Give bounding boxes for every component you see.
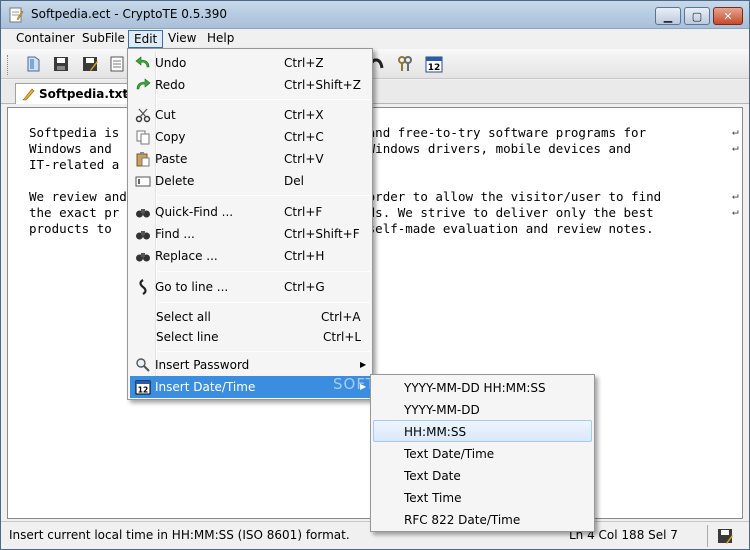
menu-separator — [158, 351, 370, 352]
svg-text:12: 12 — [428, 63, 441, 73]
menu-edit[interactable]: Edit — [128, 30, 164, 48]
menu-separator — [158, 195, 370, 196]
menu-help[interactable]: Help — [202, 30, 239, 48]
save-button[interactable] — [50, 53, 72, 75]
paste-icon — [135, 151, 151, 167]
menu-separator — [158, 271, 370, 272]
binoculars-icon — [135, 226, 151, 242]
submenu-item-text-date-time[interactable]: Text Date/Time — [373, 443, 592, 465]
submenu-item-time[interactable]: HH:MM:SS — [373, 420, 592, 442]
insert-date-button[interactable]: 12 — [423, 53, 445, 75]
maximize-button[interactable]: ▢ — [684, 7, 710, 25]
calendar-icon: 12 — [135, 379, 151, 395]
menu-item-delete[interactable]: Delete Del — [130, 170, 370, 192]
menu-bar: Container SubFile Edit View Help — [1, 29, 749, 49]
menu-item-select-line[interactable]: Select line Ctrl+L — [130, 326, 370, 348]
tab-label: Softpedia.txt — [39, 87, 129, 101]
window-title: Softpedia.ect - CryptoTE 0.5.390 — [31, 7, 228, 21]
menu-item-replace[interactable]: Replace ... Ctrl+H — [130, 245, 370, 267]
close-icon: ✕ — [723, 9, 733, 23]
eol-marker: ↵ — [732, 205, 739, 218]
magnifier-icon — [135, 357, 151, 373]
new-subfile-button[interactable] — [106, 53, 128, 75]
toolbar-grip[interactable] — [7, 55, 10, 75]
submenu-arrow-icon: ▶ — [360, 360, 367, 369]
save-as-icon — [83, 57, 98, 71]
binoculars-icon — [135, 204, 151, 220]
date-time-submenu: YYYY-MM-DD HH:MM:SS YYYY-MM-DD HH:MM:SS … — [370, 374, 595, 532]
minimize-icon: ▁ — [663, 9, 673, 23]
open-container-button[interactable] — [23, 53, 45, 75]
menu-subfile[interactable]: SubFile — [77, 30, 130, 48]
menu-item-paste[interactable]: Paste Ctrl+V — [130, 148, 370, 170]
copy-icon — [135, 129, 151, 145]
menu-item-go-to-line[interactable]: Go to line ... Ctrl+G — [130, 276, 370, 298]
delete-icon — [135, 173, 151, 189]
menu-separator — [158, 302, 370, 303]
submenu-item-rfc822[interactable]: RFC 822 Date/Time — [373, 509, 592, 531]
redo-icon — [135, 77, 151, 93]
title-bar[interactable]: Softpedia.ect - CryptoTE 0.5.390 ▁ ▢ ✕ — [1, 1, 749, 29]
pencil-icon — [22, 88, 35, 101]
menu-item-copy[interactable]: Copy Ctrl+C — [130, 126, 370, 148]
eol-marker: ↵ — [732, 141, 739, 154]
menu-item-redo[interactable]: Redo Ctrl+Shift+Z — [130, 74, 370, 96]
eol-marker: ↵ — [732, 189, 739, 202]
keys-icon — [398, 56, 412, 71]
binoculars-icon — [135, 248, 151, 264]
menu-item-undo[interactable]: Undo Ctrl+Z — [130, 52, 370, 74]
menu-container[interactable]: Container — [11, 30, 80, 48]
close-button[interactable]: ✕ — [713, 7, 743, 25]
tab-softpedia-txt[interactable]: Softpedia.txt × — [15, 83, 133, 104]
menu-item-find[interactable]: Find ... Ctrl+Shift+F — [130, 223, 370, 245]
page-icon — [110, 56, 124, 72]
scissors-icon — [135, 107, 151, 123]
submenu-item-date[interactable]: YYYY-MM-DD — [373, 399, 592, 421]
menu-item-cut[interactable]: Cut Ctrl+X — [130, 104, 370, 126]
password-button[interactable] — [394, 53, 416, 75]
undo-icon — [135, 55, 151, 71]
app-window: Softpedia.ect - CryptoTE 0.5.390 ▁ ▢ ✕ C… — [0, 0, 750, 550]
save-icon — [54, 57, 68, 71]
svg-text:12: 12 — [138, 386, 148, 395]
editor-line: IT-related a — [29, 157, 120, 172]
menu-item-quick-find[interactable]: Quick-Find ... Ctrl+F — [130, 201, 370, 223]
save-as-button[interactable] — [79, 53, 101, 75]
go-to-line-icon — [135, 279, 151, 295]
maximize-icon: ▢ — [691, 9, 703, 23]
toolbar: 12 — [1, 49, 749, 79]
save-status-icon[interactable] — [715, 526, 735, 546]
menu-view[interactable]: View — [163, 30, 201, 48]
calendar-icon: 12 — [425, 56, 443, 73]
eol-marker: ↵ — [732, 125, 739, 138]
minimize-button[interactable]: ▁ — [655, 7, 681, 25]
submenu-item-text-date[interactable]: Text Date — [373, 465, 592, 487]
edit-menu: Undo Ctrl+Z Redo Ctrl+Shift+Z Cut Ctrl+X… — [127, 48, 373, 400]
submenu-item-text-time[interactable]: Text Time — [373, 487, 592, 509]
menu-separator — [158, 99, 370, 100]
menu-item-insert-password[interactable]: Insert Password ▶ — [130, 354, 370, 376]
menu-item-select-all[interactable]: Select all Ctrl+A — [130, 306, 370, 328]
app-icon — [9, 7, 24, 23]
submenu-item-datetime[interactable]: YYYY-MM-DD HH:MM:SS — [373, 377, 592, 399]
open-book-icon — [27, 56, 40, 72]
status-divider — [707, 525, 708, 547]
status-message: Insert current local time in HH:MM:SS (I… — [9, 528, 350, 542]
tab-bar: Softpedia.txt × — [1, 80, 749, 104]
